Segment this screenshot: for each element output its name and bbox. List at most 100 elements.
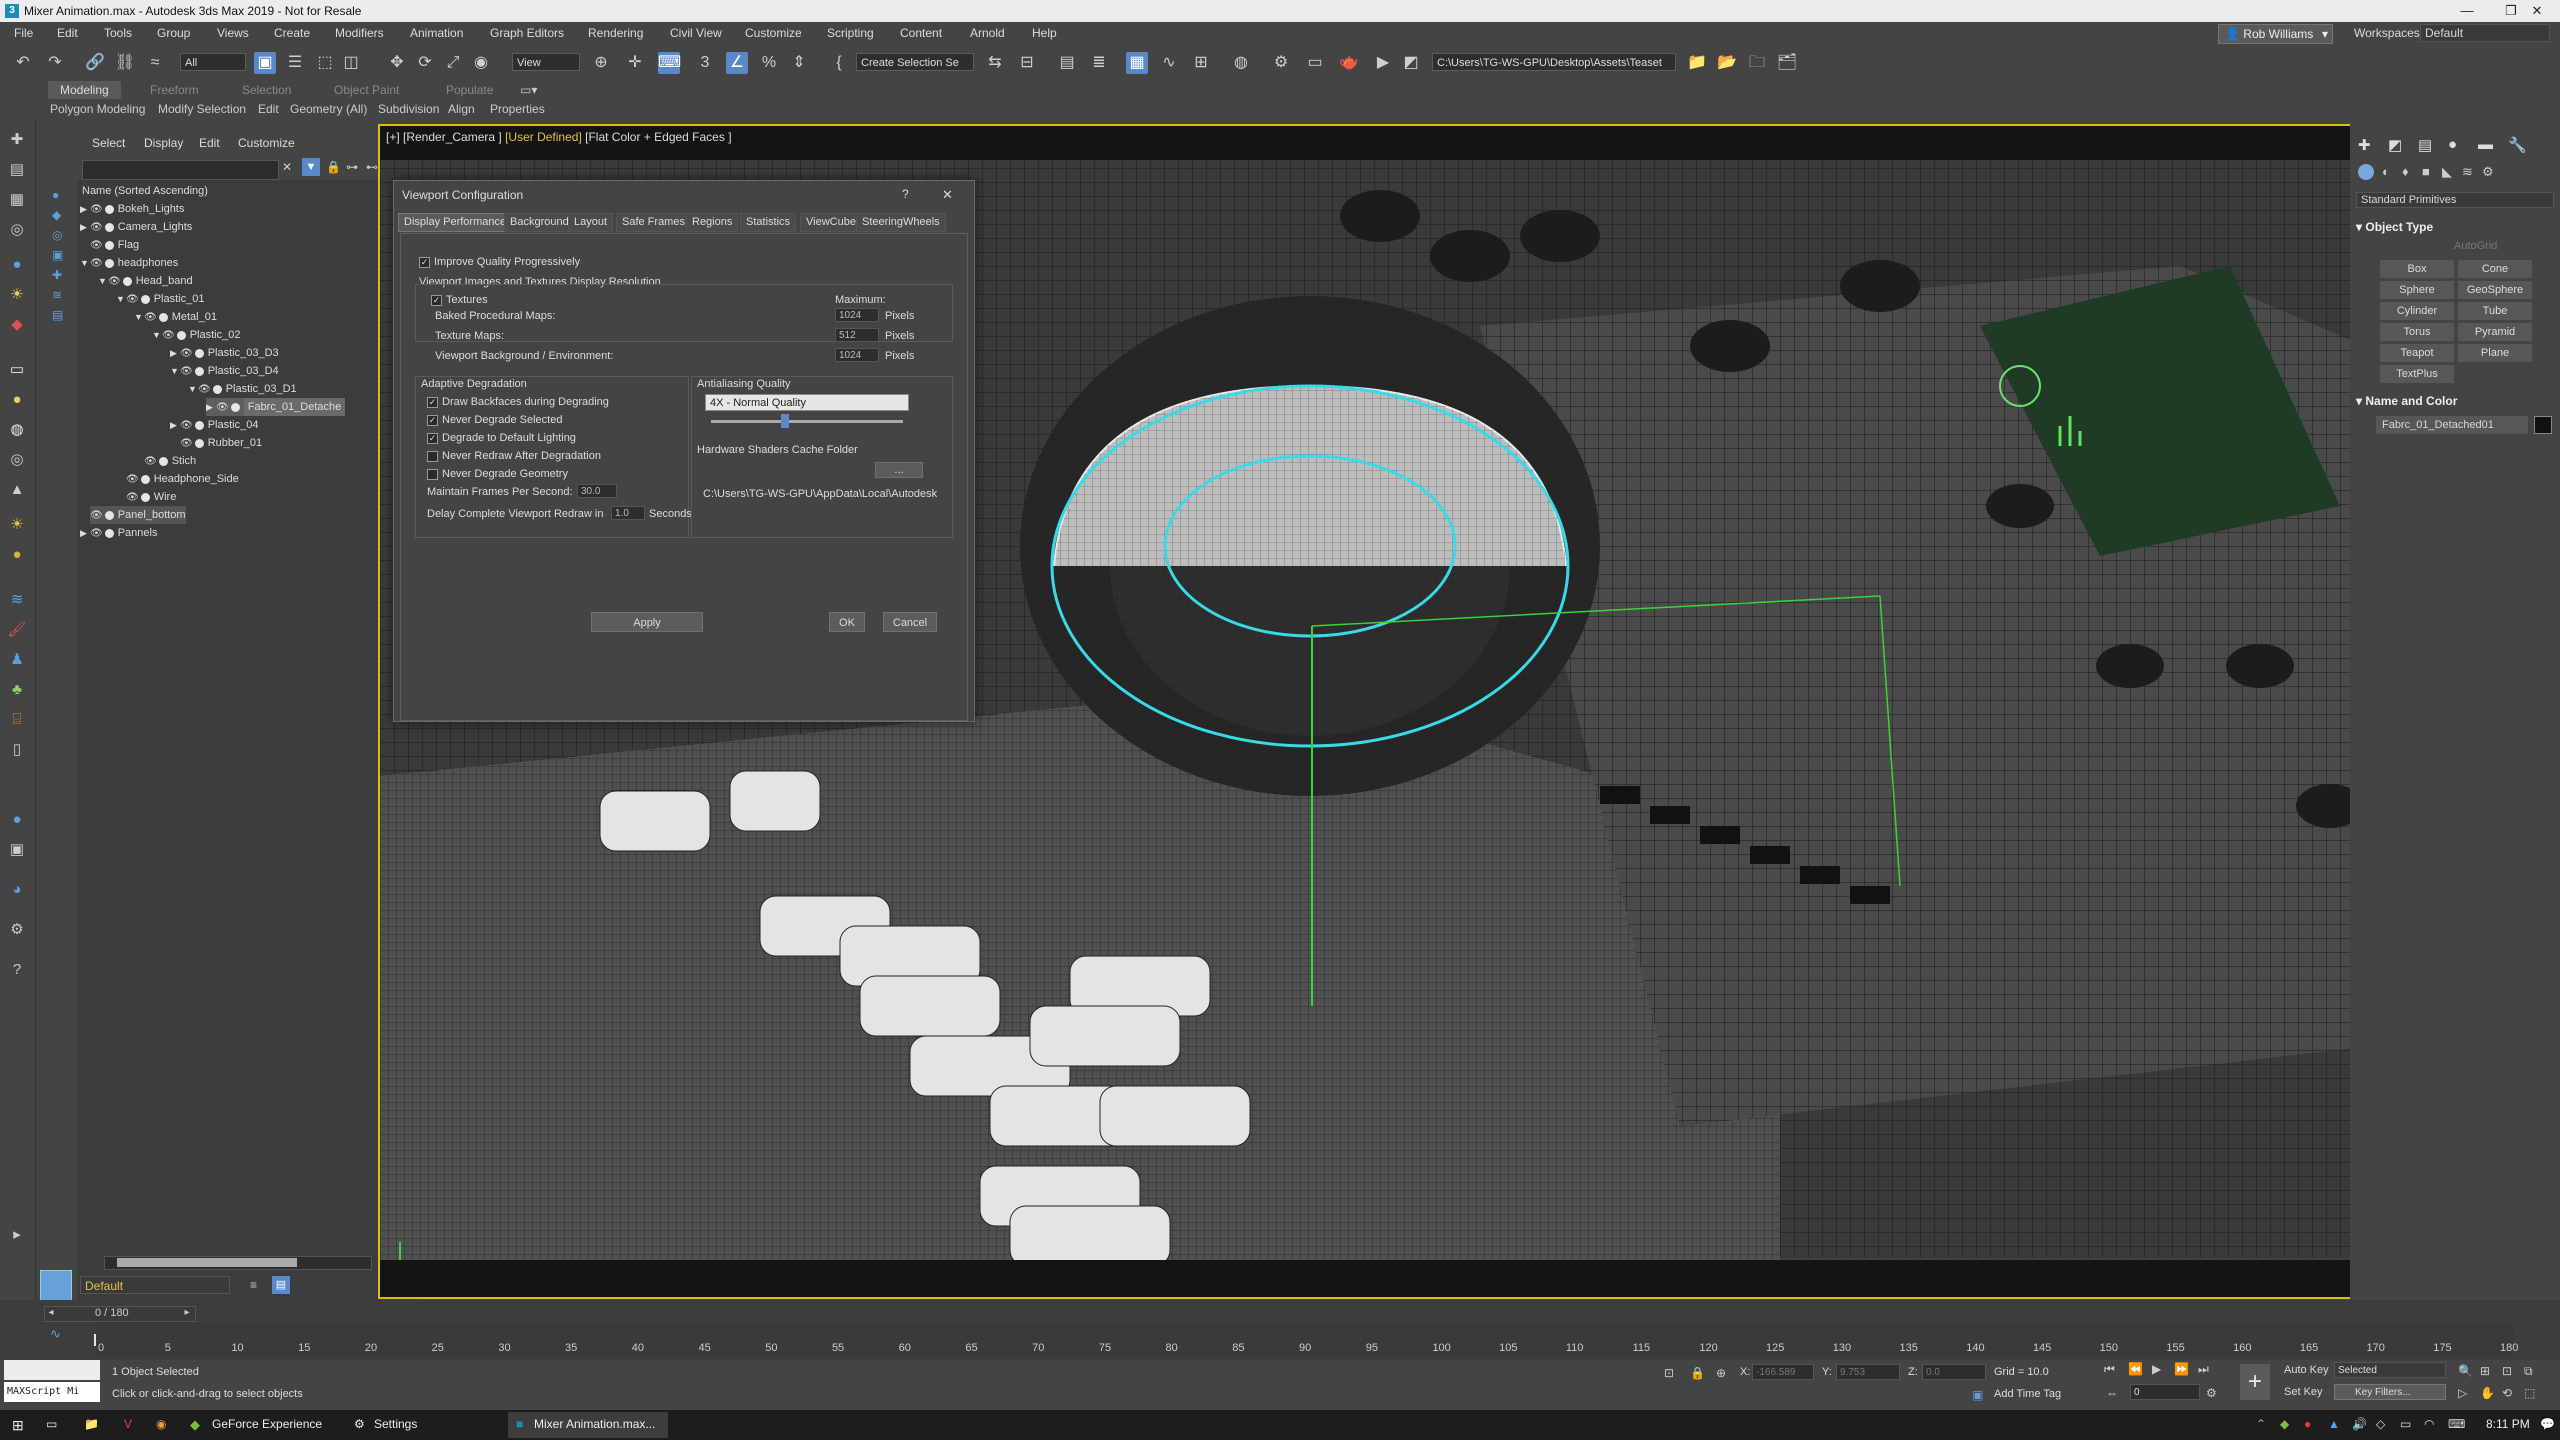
time-next-icon[interactable]: ▸ xyxy=(181,1307,193,1321)
3ds-max-icon[interactable]: 3 xyxy=(5,4,19,18)
dialog-help-button[interactable]: ? xyxy=(902,187,909,201)
viewport-layout-icon[interactable] xyxy=(40,1270,72,1302)
orbit-icon[interactable]: ⟲ xyxy=(2502,1386,2512,1400)
checkbox-unchecked[interactable] xyxy=(427,450,438,462)
checkbox-checked[interactable]: ✓ xyxy=(427,396,438,408)
z-coordinate-field[interactable]: 0.0 xyxy=(1922,1364,1986,1380)
checkbox-unchecked[interactable] xyxy=(427,468,438,480)
current-frame-field[interactable]: 0 xyxy=(2130,1384,2200,1400)
menu-arnold[interactable]: Arnold xyxy=(970,26,1005,40)
teapot-icon[interactable]: ● xyxy=(7,545,27,565)
shapes-category-icon[interactable]: ◐ xyxy=(2382,164,2390,179)
render-production-icon[interactable]: 🫖 xyxy=(1338,52,1360,74)
checkbox-checked[interactable]: ✓ xyxy=(427,414,438,426)
ribbon-properties[interactable]: Properties xyxy=(490,102,545,116)
vp-bg-spinner[interactable]: 1024 xyxy=(835,348,879,362)
utilities-icon[interactable]: ⚙ xyxy=(7,920,27,940)
never-degrade-selected-checkbox[interactable]: ✓ Never Degrade Selected xyxy=(427,414,562,426)
cache-browse-button[interactable]: ... xyxy=(875,462,923,478)
aa-slider-thumb[interactable] xyxy=(781,414,789,428)
scene-row[interactable]: ▼👁 Plastic_01 xyxy=(116,290,204,308)
modify-panel-icon[interactable]: ▤ xyxy=(7,160,27,180)
scene-row[interactable]: ▶ 👁 Plastic_03_D3 xyxy=(170,344,279,362)
firefox-icon[interactable]: ◉ xyxy=(156,1417,166,1431)
select-manipulate-icon[interactable]: ✛ xyxy=(624,52,646,74)
ribbon-geometry-all[interactable]: Geometry (All) xyxy=(290,102,367,116)
menu-customize[interactable]: Customize xyxy=(745,26,802,40)
tab-regions[interactable]: Regions xyxy=(686,213,739,232)
display-lights-icon[interactable]: ◎ xyxy=(52,228,62,242)
selection-region-icon[interactable]: ⬚ xyxy=(314,52,336,74)
display-cameras-icon[interactable]: ▣ xyxy=(52,248,63,262)
tab-object-paint[interactable]: Object Paint xyxy=(334,83,399,97)
scene-tab-edit[interactable]: Edit xyxy=(199,136,220,150)
field-of-view-icon[interactable]: ▷ xyxy=(2458,1386,2467,1400)
hierarchy-panel-icon[interactable]: ▦ xyxy=(7,190,27,210)
box-button[interactable]: Box xyxy=(2380,260,2454,278)
keyboard-shortcut-override-icon[interactable]: ⌨ xyxy=(658,52,681,74)
selection-lock-icon[interactable]: 🔒 xyxy=(1690,1366,1705,1380)
teapot-button[interactable]: Teapot xyxy=(2380,344,2454,362)
checkbox-checked[interactable]: ✓ xyxy=(419,256,430,268)
tab-viewcube[interactable]: ViewCube xyxy=(800,213,862,232)
eye-icon[interactable]: 👁 xyxy=(90,258,103,269)
tray-up-icon[interactable]: ⌃ xyxy=(2256,1417,2266,1431)
selection-filter-dropdown[interactable]: All xyxy=(180,53,246,71)
object-color-swatch[interactable] xyxy=(2534,416,2552,434)
eye-icon[interactable]: 👁 xyxy=(180,366,193,377)
spinner-snap-icon[interactable]: ⇕ xyxy=(788,52,810,74)
tray-ime-icon[interactable]: ⌨ xyxy=(2448,1417,2465,1431)
key-mode-icon[interactable]: ⇔ xyxy=(2106,1386,2118,1400)
user-account-dropdown[interactable]: 👤 Rob Williams ▾ xyxy=(2218,24,2333,44)
systems-category-icon[interactable]: ⚙ xyxy=(2482,164,2494,180)
time-slider[interactable]: ◂ 0 / 180 ▸ xyxy=(44,1306,196,1322)
eye-icon[interactable]: 👁 xyxy=(108,276,121,287)
light-icon[interactable]: ☀ xyxy=(7,285,27,305)
rotate-icon[interactable]: ⟳ xyxy=(414,52,436,74)
eye-icon[interactable]: 👁 xyxy=(180,348,193,359)
tab-modeling[interactable]: Modeling xyxy=(48,81,121,99)
isolate-selection-icon[interactable]: ⊡ xyxy=(1664,1366,1674,1380)
menu-civil-view[interactable]: Civil View xyxy=(670,26,722,40)
scene-row[interactable]: ▼👁 Plastic_03_D1 xyxy=(188,380,297,398)
display-geometry-icon[interactable]: ● xyxy=(52,188,59,202)
tray-network-icon[interactable]: ▲ xyxy=(2328,1417,2340,1431)
delay-redraw-spinner[interactable]: 1.0 xyxy=(611,506,645,520)
redo-icon[interactable]: ↷ xyxy=(44,52,66,74)
helpers-category-icon[interactable]: ◣ xyxy=(2442,164,2452,180)
spacewarps-category-icon[interactable]: ≋ xyxy=(2462,164,2473,180)
scene-tab-customize[interactable]: Customize xyxy=(238,136,295,150)
display-helpers-icon[interactable]: ✚ xyxy=(52,268,62,282)
checkbox-checked[interactable]: ✓ xyxy=(431,294,442,306)
ribbon-toggle-icon[interactable]: ▦ xyxy=(1126,52,1148,74)
taskbar-settings[interactable]: Settings xyxy=(374,1417,417,1431)
scene-row[interactable]: ▶ 👁 Plastic_04 xyxy=(170,416,258,434)
current-frame-marker[interactable] xyxy=(94,1334,96,1346)
expand-arrow-icon[interactable]: ▸ xyxy=(7,1225,27,1245)
key-mode-dropdown[interactable]: Selected xyxy=(2334,1362,2446,1378)
zoom-extents-all-icon[interactable]: ⧉ xyxy=(2524,1364,2533,1379)
menu-file[interactable]: File xyxy=(14,26,33,40)
ok-button[interactable]: OK xyxy=(829,612,865,632)
torus-button[interactable]: Torus xyxy=(2380,323,2454,341)
previous-frame-icon[interactable]: ⏪ xyxy=(2128,1362,2143,1376)
ribbon-polygon-modeling[interactable]: Polygon Modeling xyxy=(50,102,145,116)
tab-statistics[interactable]: Statistics xyxy=(740,213,797,232)
scene-tab-display[interactable]: Display xyxy=(144,136,183,150)
close-window-button[interactable]: ✕ xyxy=(2514,0,2560,22)
paint-icon[interactable]: 🖌 xyxy=(7,620,27,640)
baked-maps-spinner[interactable]: 1024 xyxy=(835,308,879,322)
geometry-category-icon[interactable] xyxy=(2358,164,2374,180)
dialog-close-button[interactable]: ✕ xyxy=(942,187,953,203)
time-tag-icon[interactable]: ▣ xyxy=(1972,1388,1983,1402)
project-path-dropdown[interactable]: C:\Users\TG-WS-GPU\Desktop\Assets\Teaset xyxy=(1432,53,1676,71)
motion-tab-icon[interactable]: ● xyxy=(2448,136,2457,153)
layer-dropdown[interactable]: Default xyxy=(80,1276,230,1294)
render-activeshade-icon[interactable]: ◩ xyxy=(1400,52,1422,74)
material-editor-icon[interactable]: ◍ xyxy=(1230,52,1252,74)
eye-icon[interactable]: 👁 xyxy=(90,528,103,539)
x-coordinate-field[interactable]: -166.589 xyxy=(1752,1364,1814,1380)
scene-horizontal-scrollbar[interactable] xyxy=(104,1256,372,1270)
snaps-toggle-icon[interactable]: 3 xyxy=(694,52,716,74)
maxscript-mini-listener[interactable]: MAXScript Mi xyxy=(4,1382,100,1402)
